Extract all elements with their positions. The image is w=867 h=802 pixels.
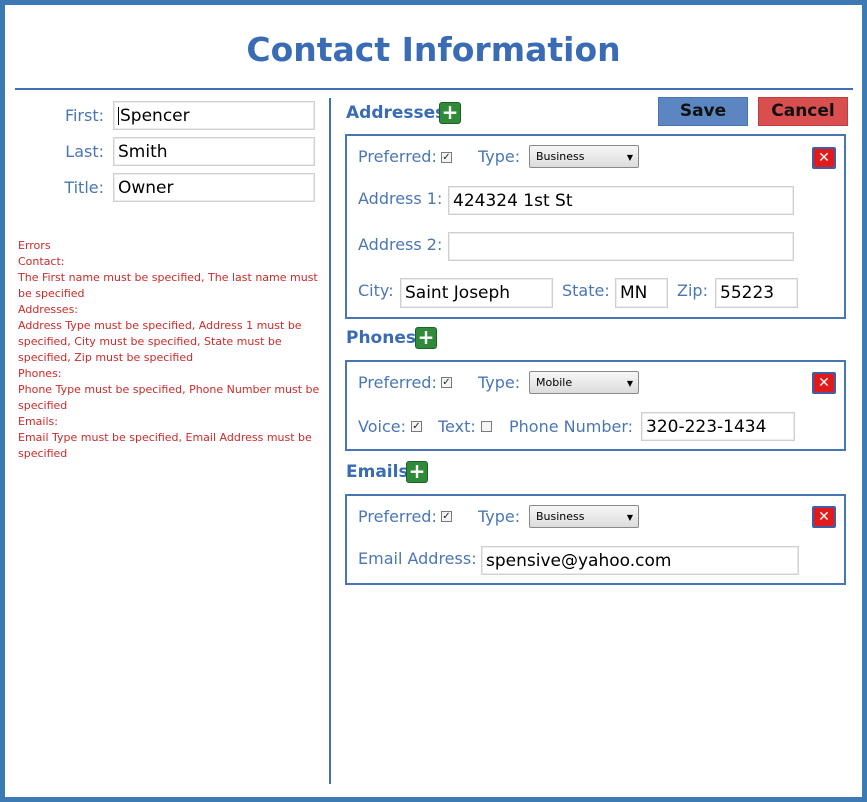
- email-type-select[interactable]: Business ▼: [529, 505, 639, 528]
- phone-preferred-checkbox[interactable]: ✓: [441, 377, 452, 388]
- error-line: Emails:: [18, 415, 58, 428]
- email-address-label: Email Address:: [358, 549, 477, 568]
- error-line: Email Type must be specified, Email Addr…: [18, 431, 312, 460]
- text-checkbox[interactable]: [481, 421, 492, 432]
- title-field[interactable]: Owner: [113, 173, 315, 202]
- state-value: MN: [620, 283, 648, 303]
- address1-value: 424324 1st St: [453, 190, 573, 211]
- error-line: Phone Type must be specified, Phone Numb…: [18, 383, 320, 412]
- city-value: Saint Joseph: [405, 283, 511, 303]
- email-type-value: Business: [536, 510, 585, 523]
- phone-type-value: Mobile: [536, 376, 573, 389]
- page-title: Contact Information: [246, 30, 621, 69]
- phones-header: Phones: [346, 328, 416, 348]
- error-line: Addresses:: [18, 303, 79, 316]
- error-line: Contact:: [18, 255, 65, 268]
- chevron-down-icon: ▼: [626, 153, 633, 162]
- zip-field[interactable]: 55223: [715, 278, 798, 308]
- error-line: The First name must be specified, The la…: [18, 271, 318, 300]
- address-type-select[interactable]: Business ▼: [529, 145, 639, 168]
- plus-icon: +: [441, 100, 459, 124]
- column-divider: [329, 98, 331, 784]
- title-value: Owner: [118, 177, 174, 198]
- phone-type-label: Type:: [478, 373, 521, 392]
- chevron-down-icon: ▼: [626, 513, 633, 522]
- voice-checkbox[interactable]: ✓: [411, 421, 422, 432]
- email-preferred-checkbox[interactable]: ✓: [441, 511, 452, 522]
- remove-address-button[interactable]: ✕: [812, 147, 836, 169]
- zip-value: 55223: [720, 283, 775, 303]
- text-caret: [118, 106, 119, 125]
- error-summary: Errors Contact: The First name must be s…: [18, 238, 324, 462]
- close-icon: ✕: [818, 150, 830, 166]
- phone-preferred-label: Preferred:: [358, 373, 437, 392]
- chevron-down-icon: ▼: [626, 379, 633, 388]
- save-button[interactable]: Save: [658, 97, 748, 126]
- title-divider: [15, 88, 853, 90]
- address-type-value: Business: [536, 150, 585, 163]
- text-label: Text:: [438, 417, 476, 436]
- address1-field[interactable]: 424324 1st St: [448, 186, 794, 215]
- city-field[interactable]: Saint Joseph: [400, 278, 553, 308]
- first-name-field[interactable]: Spencer: [113, 101, 315, 130]
- address1-label: Address 1:: [358, 189, 443, 208]
- phone-number-field[interactable]: 320-223-1434: [641, 412, 795, 441]
- emails-header: Emails: [346, 462, 409, 482]
- plus-icon: +: [417, 325, 435, 349]
- phone-number-label: Phone Number:: [509, 417, 634, 436]
- address2-field[interactable]: [448, 232, 794, 261]
- address-preferred-label: Preferred:: [358, 147, 437, 166]
- last-name-value: Smith: [118, 141, 168, 162]
- email-type-label: Type:: [478, 507, 521, 526]
- addresses-header: Addresses: [346, 103, 446, 123]
- first-name-value: Spencer: [120, 105, 190, 126]
- add-email-button[interactable]: +: [406, 461, 428, 483]
- address2-label: Address 2:: [358, 235, 443, 254]
- state-label: State:: [562, 281, 610, 300]
- phone-type-select[interactable]: Mobile ▼: [529, 371, 639, 394]
- zip-label: Zip:: [677, 281, 708, 300]
- state-field[interactable]: MN: [615, 278, 668, 308]
- error-line: Errors: [18, 239, 51, 252]
- remove-phone-button[interactable]: ✕: [812, 372, 836, 394]
- close-icon: ✕: [818, 375, 830, 391]
- plus-icon: +: [408, 459, 426, 483]
- last-name-field[interactable]: Smith: [113, 137, 315, 166]
- error-line: Phones:: [18, 367, 62, 380]
- remove-email-button[interactable]: ✕: [812, 506, 836, 528]
- phone-number-value: 320-223-1434: [646, 416, 767, 437]
- add-phone-button[interactable]: +: [415, 327, 437, 349]
- cancel-button[interactable]: Cancel: [758, 97, 848, 126]
- email-address-field[interactable]: spensive@yahoo.com: [481, 546, 799, 575]
- last-label: Last:: [65, 142, 104, 161]
- email-address-value: spensive@yahoo.com: [486, 550, 672, 571]
- address-type-label: Type:: [478, 147, 521, 166]
- email-preferred-label: Preferred:: [358, 507, 437, 526]
- title-label: Title:: [64, 178, 104, 197]
- close-icon: ✕: [818, 509, 830, 525]
- add-address-button[interactable]: +: [439, 102, 461, 124]
- error-line: Address Type must be specified, Address …: [18, 319, 302, 364]
- address-preferred-checkbox[interactable]: ✓: [441, 152, 452, 163]
- first-label: First:: [64, 106, 104, 125]
- voice-label: Voice:: [358, 417, 406, 436]
- city-label: City:: [358, 281, 394, 300]
